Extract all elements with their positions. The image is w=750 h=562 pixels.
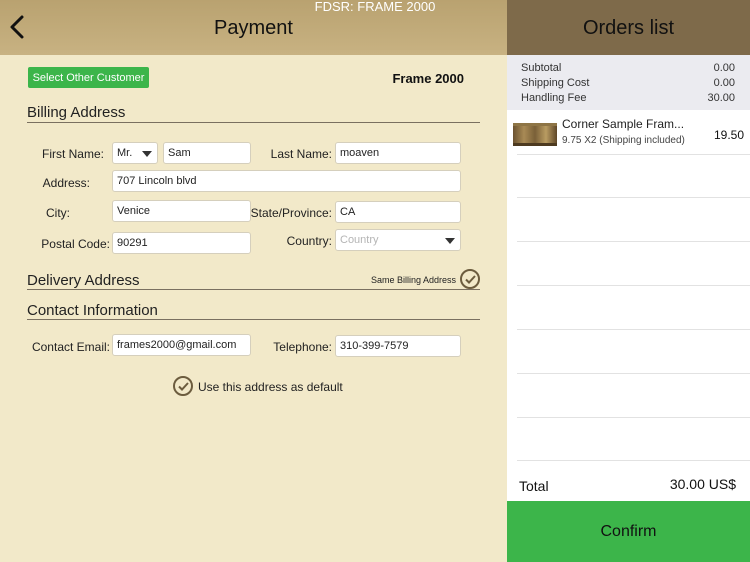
- orders-panel: Orders list Subtotal 0.00 Shipping Cost …: [507, 0, 750, 562]
- city-label: City:: [46, 206, 70, 220]
- payment-panel: Payment Select Other Customer Frame 2000…: [0, 0, 507, 562]
- item-name: Corner Sample Fram...: [562, 117, 685, 131]
- address-label: Address:: [42, 176, 90, 190]
- address-field[interactable]: 707 Lincoln blvd: [112, 170, 461, 192]
- orders-title: Orders list: [582, 17, 675, 39]
- default-address-checkbox[interactable]: [173, 376, 193, 396]
- orders-header: Orders list: [507, 0, 750, 55]
- state-field[interactable]: CA: [335, 201, 461, 223]
- last-name-field[interactable]: moaven: [335, 142, 461, 164]
- billing-section-title: Billing Address: [27, 104, 126, 121]
- list-divider: [517, 241, 750, 242]
- first-name-label: First Name:: [41, 147, 104, 161]
- frame-sample-thumbnail: [513, 123, 557, 146]
- list-divider: [517, 373, 750, 374]
- subtotal-value: 0.00: [713, 62, 735, 74]
- list-divider: [517, 285, 750, 286]
- checkmark-icon: [465, 275, 476, 284]
- handling-fee-row: Handling Fee 30.00: [521, 92, 735, 104]
- order-summary: Subtotal 0.00 Shipping Cost 0.00 Handlin…: [507, 55, 750, 110]
- checkmark-icon: [178, 382, 189, 391]
- store-name: Frame 2000: [392, 71, 464, 86]
- dropdown-caret-icon: [445, 238, 455, 244]
- dropdown-caret-icon: [142, 151, 152, 157]
- shipping-cost-row: Shipping Cost 0.00: [521, 77, 735, 89]
- handling-fee-label: Handling Fee: [521, 92, 587, 104]
- subtotal-row: Subtotal 0.00: [521, 62, 735, 74]
- list-divider: [517, 197, 750, 198]
- city-field[interactable]: Venice: [112, 200, 251, 222]
- payment-header: Payment: [0, 0, 507, 55]
- default-address-label: Use this address as default: [198, 380, 343, 394]
- telephone-field[interactable]: 310-399-7579: [335, 335, 461, 357]
- country-select[interactable]: Country: [335, 229, 461, 251]
- item-price: 19.50: [713, 128, 744, 142]
- select-other-customer-button[interactable]: Select Other Customer: [28, 67, 149, 88]
- contact-divider: [27, 319, 480, 320]
- country-label: Country:: [286, 234, 332, 248]
- shipping-cost-label: Shipping Cost: [521, 77, 590, 89]
- total-label: Total: [519, 478, 549, 494]
- subtotal-label: Subtotal: [521, 62, 562, 74]
- salutation-select[interactable]: Mr.: [112, 142, 158, 164]
- salutation-value: Mr.: [117, 147, 133, 159]
- country-placeholder: Country: [340, 234, 379, 246]
- telephone-label: Telephone:: [273, 340, 332, 354]
- list-divider: [517, 154, 750, 155]
- handling-fee-value: 30.00: [707, 92, 735, 104]
- contact-email-label: Contact Email:: [31, 340, 110, 354]
- last-name-label: Last Name:: [270, 147, 332, 161]
- item-detail: 9.75 X2 (Shipping included): [562, 135, 685, 146]
- delivery-divider: [27, 289, 480, 290]
- confirm-button[interactable]: Confirm: [507, 501, 750, 562]
- first-name-field[interactable]: Sam: [163, 142, 251, 164]
- total-value: 30.00 US$: [669, 476, 736, 492]
- list-divider: [517, 417, 750, 418]
- shipping-cost-value: 0.00: [713, 77, 735, 89]
- contact-section-title: Contact Information: [27, 302, 158, 319]
- contact-email-field[interactable]: frames2000@gmail.com: [112, 334, 251, 356]
- same-billing-label: Same Billing Address: [370, 275, 456, 285]
- delivery-section-title: Delivery Address: [27, 272, 140, 289]
- order-item[interactable]: Corner Sample Fram... 9.75 X2 (Shipping …: [507, 110, 750, 154]
- billing-divider: [27, 122, 480, 123]
- page-title: Payment: [214, 17, 293, 39]
- list-divider: [517, 329, 750, 330]
- postal-code-field[interactable]: 90291: [112, 232, 251, 254]
- postal-code-label: Postal Code:: [41, 237, 110, 251]
- state-label: State/Province:: [250, 206, 332, 220]
- same-billing-checkbox[interactable]: [460, 269, 480, 289]
- list-divider: [517, 460, 750, 461]
